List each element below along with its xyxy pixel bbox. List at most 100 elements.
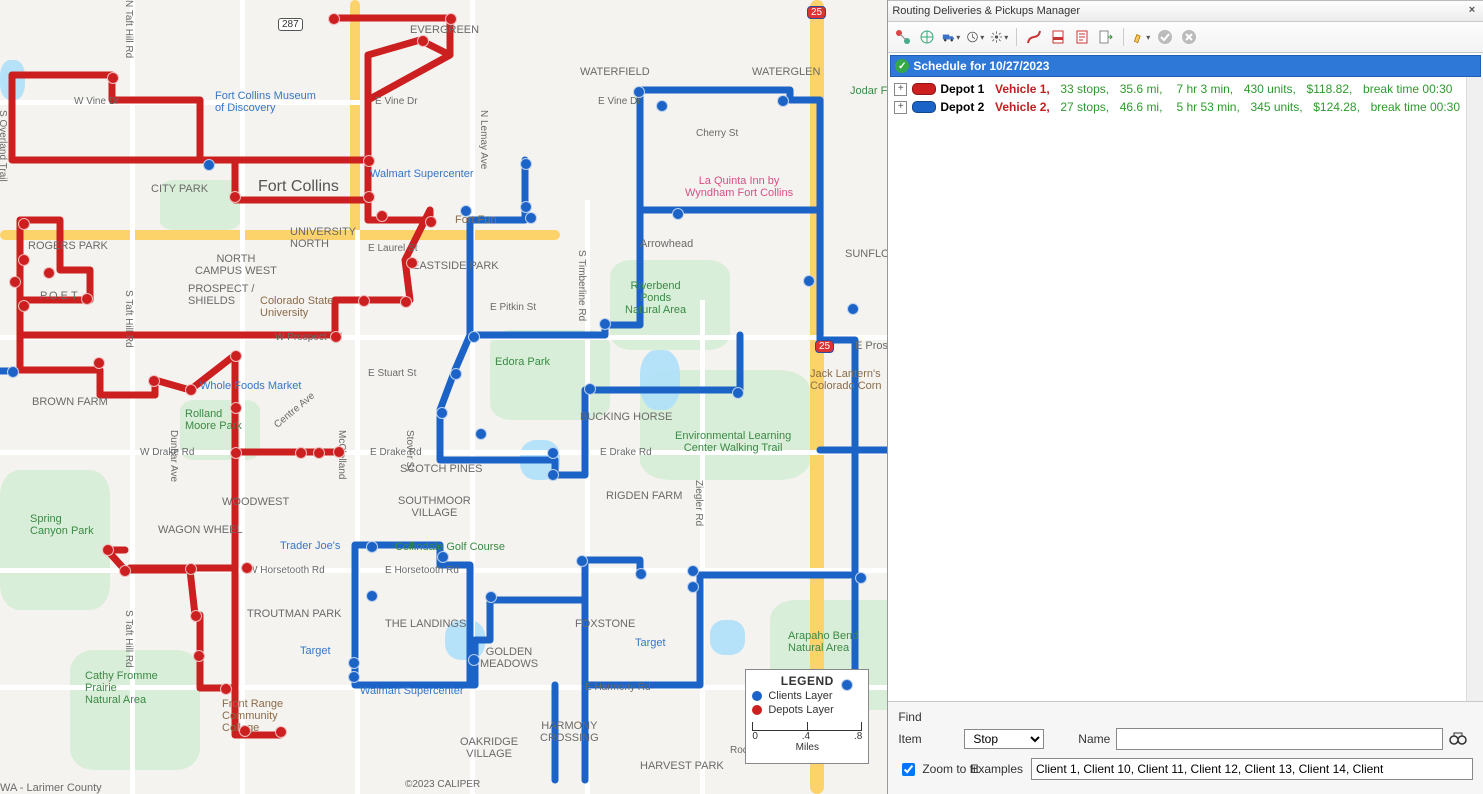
client-stop[interactable]	[107, 72, 119, 84]
client-stop[interactable]	[295, 447, 307, 459]
find-item-select[interactable]: Stop	[964, 729, 1044, 749]
examples-label: Examples	[970, 762, 1023, 776]
tool-report-icon[interactable]	[1073, 28, 1091, 46]
client-stop[interactable]	[633, 86, 645, 98]
client-stop[interactable]	[330, 331, 342, 343]
tool-clock-icon[interactable]: ▾	[966, 28, 984, 46]
client-stop[interactable]	[732, 387, 744, 399]
legend-clients: Clients Layer	[768, 690, 832, 702]
client-stop[interactable]	[468, 654, 480, 666]
client-stop[interactable]	[672, 208, 684, 220]
tool-truck-icon[interactable]: ▾	[942, 28, 960, 46]
tool-globe-icon[interactable]	[918, 28, 936, 46]
client-stop[interactable]	[468, 331, 480, 343]
client-stop[interactable]	[547, 469, 559, 481]
client-stop[interactable]	[363, 155, 375, 167]
client-stop[interactable]	[400, 296, 412, 308]
scrollbar[interactable]	[1466, 77, 1483, 701]
client-stop[interactable]	[520, 158, 532, 170]
client-stop[interactable]	[358, 295, 370, 307]
client-stop[interactable]	[148, 375, 160, 387]
client-stop[interactable]	[229, 191, 241, 203]
client-stop[interactable]	[185, 563, 197, 575]
client-stop[interactable]	[102, 544, 114, 556]
schedule-header[interactable]: ✓ Schedule for 10/27/2023	[890, 55, 1481, 77]
expand-icon[interactable]: +	[894, 83, 907, 96]
client-stop[interactable]	[777, 95, 789, 107]
client-stop[interactable]	[366, 541, 378, 553]
client-stop[interactable]	[460, 205, 472, 217]
client-stop[interactable]	[348, 671, 360, 683]
client-stop[interactable]	[18, 218, 30, 230]
client-stop[interactable]	[576, 555, 588, 567]
client-stop[interactable]	[406, 257, 418, 269]
client-stop[interactable]	[687, 581, 699, 593]
client-stop[interactable]	[485, 591, 497, 603]
client-stop[interactable]	[185, 384, 197, 396]
client-stop[interactable]	[436, 407, 448, 419]
client-stop[interactable]	[190, 610, 202, 622]
toolbar: ▾ ▾ ▾ ▾	[888, 22, 1483, 53]
client-stop[interactable]	[81, 293, 93, 305]
client-stop[interactable]	[93, 357, 105, 369]
client-stop[interactable]	[239, 725, 251, 737]
client-stop[interactable]	[18, 300, 30, 312]
examples-input[interactable]	[1031, 758, 1473, 780]
client-stop[interactable]	[241, 562, 253, 574]
map-panel[interactable]: Fort Collins CITY PARK ROGERS PARK P.O.E…	[0, 0, 888, 794]
close-icon[interactable]: ×	[1465, 4, 1479, 18]
client-stop[interactable]	[376, 210, 388, 222]
client-stop[interactable]	[7, 366, 19, 378]
tool-routing-icon[interactable]	[894, 28, 912, 46]
client-stop[interactable]	[43, 267, 55, 279]
tool-edit-route-icon[interactable]	[1025, 28, 1043, 46]
client-stop[interactable]	[855, 572, 867, 584]
client-stop[interactable]	[203, 159, 215, 171]
tool-cancel-icon[interactable]	[1180, 28, 1198, 46]
find-name-input[interactable]	[1116, 728, 1443, 750]
legend-depots: Depots Layer	[768, 704, 833, 716]
route-tree[interactable]: +Depot 1 Vehicle 1, 33 stops, 35.6 mi, 7…	[888, 77, 1466, 701]
route-row[interactable]: +Depot 1 Vehicle 1, 33 stops, 35.6 mi, 7…	[894, 80, 1460, 98]
client-stop[interactable]	[599, 318, 611, 330]
tool-gear-icon[interactable]: ▾	[990, 28, 1008, 46]
client-stop[interactable]	[348, 657, 360, 669]
client-stop[interactable]	[220, 683, 232, 695]
client-stop[interactable]	[445, 13, 457, 25]
client-stop[interactable]	[475, 428, 487, 440]
client-stop[interactable]	[450, 368, 462, 380]
tool-export-icon[interactable]	[1097, 28, 1115, 46]
tool-pdf-icon[interactable]	[1049, 28, 1067, 46]
tool-highlight-icon[interactable]: ▾	[1132, 28, 1150, 46]
client-stop[interactable]	[18, 254, 30, 266]
client-stop[interactable]	[9, 276, 21, 288]
tool-check-icon[interactable]	[1156, 28, 1174, 46]
client-stop[interactable]	[547, 447, 559, 459]
route-row[interactable]: +Depot 2 Vehicle 2, 27 stops, 46.6 mi, 5…	[894, 98, 1460, 116]
client-stop[interactable]	[363, 191, 375, 203]
client-stop[interactable]	[847, 303, 859, 315]
client-stop[interactable]	[656, 100, 668, 112]
client-stop[interactable]	[841, 679, 853, 691]
client-stop[interactable]	[275, 726, 287, 738]
expand-icon[interactable]: +	[894, 101, 907, 114]
client-stop[interactable]	[417, 35, 429, 47]
route-cost: $124.28,	[1313, 100, 1360, 114]
client-stop[interactable]	[230, 447, 242, 459]
client-stop[interactable]	[687, 565, 699, 577]
client-stop[interactable]	[230, 402, 242, 414]
binoculars-icon[interactable]	[1449, 731, 1473, 748]
client-stop[interactable]	[119, 565, 131, 577]
client-stop[interactable]	[425, 216, 437, 228]
client-stop[interactable]	[437, 551, 449, 563]
client-stop[interactable]	[193, 650, 205, 662]
client-stop[interactable]	[584, 383, 596, 395]
client-stop[interactable]	[333, 446, 345, 458]
client-stop[interactable]	[635, 568, 647, 580]
client-stop[interactable]	[366, 590, 378, 602]
client-stop[interactable]	[328, 13, 340, 25]
client-stop[interactable]	[525, 212, 537, 224]
client-stop[interactable]	[803, 275, 815, 287]
client-stop[interactable]	[230, 350, 242, 362]
client-stop[interactable]	[313, 447, 325, 459]
